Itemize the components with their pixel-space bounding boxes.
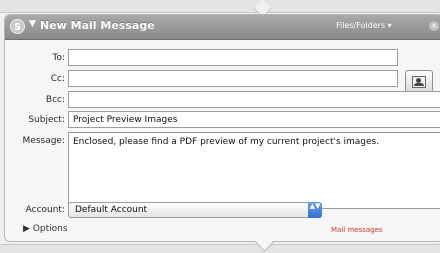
bcc-label: Bcc: [45,95,65,105]
action-title: New Mail Message [40,19,155,32]
previous-action-edge [0,0,440,13]
message-label: Message: [22,136,65,146]
action-number-icon: S [10,19,25,34]
cc-label: Cc: [50,74,65,84]
account-label: Account: [25,205,65,215]
address-card-icon [412,76,426,88]
to-label: To: [52,53,65,63]
subject-field[interactable]: Project Preview Images [68,111,440,128]
close-action-icon[interactable]: × [429,21,439,31]
action-titlebar[interactable]: S ▼ New Mail Message Files/Folders ▾ × [5,15,440,40]
message-field[interactable]: Enclosed, please find a PDF preview of m… [68,132,440,209]
cc-field[interactable] [68,70,398,87]
to-field[interactable] [68,49,398,66]
mail-messages-result-link[interactable]: Mail messages [331,226,383,234]
collapse-triangle-icon[interactable]: ▼ [29,19,36,29]
options-disclosure[interactable]: ▶ Options [23,224,68,234]
files-folders-menu[interactable]: Files/Folders ▾ [336,21,392,30]
account-select-value: Default Account [75,205,148,215]
new-mail-message-action: S ▼ New Mail Message Files/Folders ▾ × T… [4,14,440,242]
subject-label: Subject: [28,115,65,125]
bcc-field[interactable] [68,91,440,108]
account-select[interactable]: Default Account ▲▼ [68,202,322,218]
select-arrows-icon: ▲▼ [308,202,322,218]
